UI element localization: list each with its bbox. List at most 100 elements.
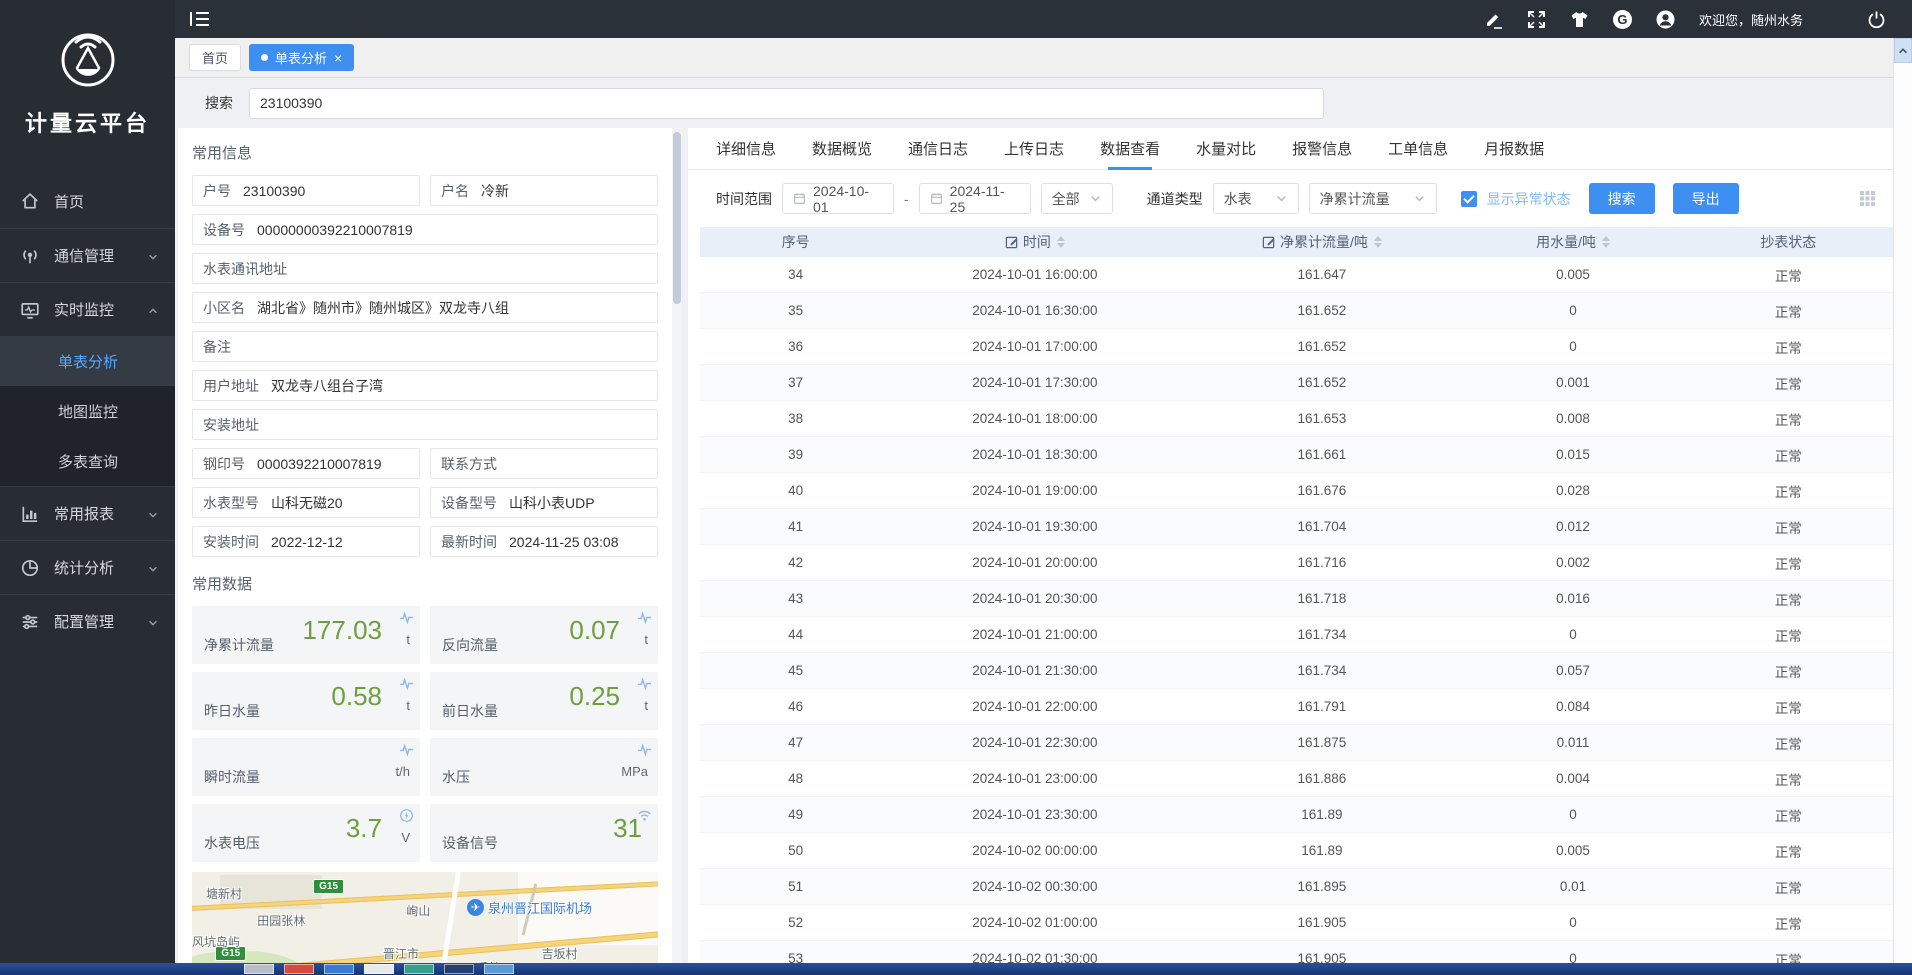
search-button[interactable]: 搜索 bbox=[1589, 183, 1655, 214]
column-settings-grid-icon[interactable] bbox=[1859, 190, 1876, 207]
cell-usage: 0.004 bbox=[1465, 771, 1680, 786]
channel-select[interactable]: 水表 bbox=[1213, 183, 1299, 214]
sidebar-item-4[interactable]: 统计分析 bbox=[0, 540, 175, 594]
field-label: 设备号 bbox=[203, 220, 245, 240]
cell-usage: 0.028 bbox=[1465, 483, 1680, 498]
left-panel-scrollbar[interactable] bbox=[672, 128, 682, 975]
tab-数据查看[interactable]: 数据查看 bbox=[1100, 128, 1160, 169]
taskbar-window-tile[interactable] bbox=[364, 964, 394, 974]
os-taskbar[interactable] bbox=[0, 963, 1912, 975]
sort-desc-icon[interactable] bbox=[1057, 243, 1065, 248]
chevron-down-icon bbox=[147, 562, 159, 574]
sidebar-item-0[interactable]: 首页 bbox=[0, 174, 175, 228]
tab-通信日志[interactable]: 通信日志 bbox=[908, 128, 968, 169]
data-card-6: 水表电压3.7V bbox=[192, 804, 420, 862]
theme-shirt-icon[interactable] bbox=[1570, 10, 1589, 29]
column-header-2[interactable]: 净累计流量/吨 bbox=[1178, 232, 1465, 252]
tab-上传日志[interactable]: 上传日志 bbox=[1004, 128, 1064, 169]
metric-select[interactable]: 净累计流量 bbox=[1309, 183, 1437, 214]
sidebar-subitem-单表分析[interactable]: 单表分析 bbox=[0, 336, 175, 386]
mini-map[interactable]: G15G15 塘新村田园张林峋山风坑岛屿晋江市后林吉坂村 ✈ 泉州晋江国际机场 bbox=[192, 872, 658, 975]
sidebar-subitem-地图监控[interactable]: 地图监控 bbox=[0, 386, 175, 436]
field-value: 00000000392210007819 bbox=[257, 222, 413, 238]
sidebar-item-2[interactable]: 实时监控 bbox=[0, 282, 175, 336]
chevron-down-icon bbox=[1275, 192, 1288, 205]
stats-icon bbox=[20, 558, 40, 578]
cell-status: 正常 bbox=[1681, 913, 1896, 933]
cell-seq: 47 bbox=[700, 735, 891, 750]
cell-cumulative: 161.89 bbox=[1178, 843, 1465, 858]
sort-asc-icon[interactable] bbox=[1602, 236, 1610, 241]
edit-column-icon[interactable] bbox=[1005, 235, 1019, 249]
section-title-common-data: 常用数据 bbox=[192, 573, 658, 594]
date-start-input[interactable]: 2024-10-01 bbox=[782, 183, 894, 214]
close-tab-icon[interactable]: × bbox=[334, 51, 342, 65]
main-area: G 欢迎您，随州水务 首页 单表分析 × 搜索 bbox=[175, 0, 1912, 975]
sidebar-subitem-多表查询[interactable]: 多表查询 bbox=[0, 436, 175, 486]
sidebar-item-3[interactable]: 常用报表 bbox=[0, 486, 175, 540]
antenna-icon bbox=[20, 246, 40, 266]
abnormal-status-checkbox[interactable] bbox=[1461, 191, 1477, 207]
taskbar-window-tile[interactable] bbox=[284, 964, 314, 974]
cell-usage: 0 bbox=[1465, 303, 1680, 318]
cell-cumulative: 161.734 bbox=[1178, 663, 1465, 678]
card-label: 净累计流量 bbox=[204, 635, 274, 655]
sort-caret-icon[interactable] bbox=[1057, 236, 1065, 248]
logout-power-icon[interactable] bbox=[1867, 10, 1886, 29]
avatar-icon[interactable] bbox=[1656, 10, 1675, 29]
sort-asc-icon[interactable] bbox=[1374, 236, 1382, 241]
left-panel-scrollbar-thumb[interactable] bbox=[673, 132, 681, 304]
taskbar-window-tile[interactable] bbox=[444, 964, 474, 974]
data-card-5: 水压MPa bbox=[430, 738, 658, 796]
edit-icon[interactable] bbox=[1484, 10, 1503, 29]
export-button[interactable]: 导出 bbox=[1673, 183, 1739, 214]
airport-poi[interactable]: ✈ 泉州晋江国际机场 bbox=[467, 898, 592, 917]
airport-label: 泉州晋江国际机场 bbox=[488, 898, 592, 917]
cell-time: 2024-10-01 18:30:00 bbox=[891, 447, 1178, 462]
sort-caret-icon[interactable] bbox=[1602, 236, 1610, 248]
tab-工单信息[interactable]: 工单信息 bbox=[1388, 128, 1448, 169]
sort-caret-icon[interactable] bbox=[1374, 236, 1382, 248]
scroll-up-button[interactable] bbox=[1894, 38, 1912, 63]
table-row: 482024-10-01 23:00:00161.8860.004正常 bbox=[700, 761, 1896, 797]
column-header-3[interactable]: 用水量/吨 bbox=[1465, 232, 1680, 252]
tab-tag-home[interactable]: 首页 bbox=[189, 44, 241, 71]
cell-time: 2024-10-02 00:00:00 bbox=[891, 843, 1178, 858]
filter-bar: 时间范围 2024-10-01 - 2024-11-25 bbox=[688, 170, 1908, 225]
cell-cumulative: 161.734 bbox=[1178, 627, 1465, 642]
sort-asc-icon[interactable] bbox=[1057, 236, 1065, 241]
info-field-3: 水表通讯地址 bbox=[192, 253, 658, 284]
granularity-select[interactable]: 全部 bbox=[1041, 183, 1113, 214]
water-meter-logo-icon bbox=[56, 26, 120, 90]
tab-数据概览[interactable]: 数据概览 bbox=[812, 128, 872, 169]
tab-报警信息[interactable]: 报警信息 bbox=[1292, 128, 1352, 169]
table-row: 392024-10-01 18:30:00161.6610.015正常 bbox=[700, 437, 1896, 473]
taskbar-window-tile[interactable] bbox=[244, 964, 274, 974]
sidebar-item-5[interactable]: 配置管理 bbox=[0, 594, 175, 648]
cell-usage: 0.057 bbox=[1465, 663, 1680, 678]
sort-desc-icon[interactable] bbox=[1374, 243, 1382, 248]
collapse-sidebar-icon[interactable] bbox=[189, 10, 211, 28]
field-label: 户号 bbox=[203, 181, 231, 201]
taskbar-window-tile[interactable] bbox=[404, 964, 434, 974]
column-label: 用水量/吨 bbox=[1536, 232, 1596, 252]
column-header-1[interactable]: 时间 bbox=[891, 232, 1178, 252]
sort-desc-icon[interactable] bbox=[1602, 243, 1610, 248]
search-input[interactable] bbox=[249, 88, 1324, 119]
tab-tag-active[interactable]: 单表分析 × bbox=[249, 44, 354, 71]
taskbar-window-tile[interactable] bbox=[324, 964, 354, 974]
card-label: 反向流量 bbox=[442, 635, 498, 655]
taskbar-window-tile[interactable] bbox=[484, 964, 514, 974]
field-value: 冷新 bbox=[481, 181, 509, 201]
edit-column-icon[interactable] bbox=[1262, 235, 1276, 249]
fullscreen-icon[interactable] bbox=[1527, 10, 1546, 29]
date-end-input[interactable]: 2024-11-25 bbox=[919, 183, 1031, 214]
cell-cumulative: 161.716 bbox=[1178, 555, 1465, 570]
tab-水量对比[interactable]: 水量对比 bbox=[1196, 128, 1256, 169]
cell-time: 2024-10-01 16:30:00 bbox=[891, 303, 1178, 318]
sidebar-item-1[interactable]: 通信管理 bbox=[0, 228, 175, 282]
g-badge-icon[interactable]: G bbox=[1613, 10, 1632, 29]
tab-月报数据[interactable]: 月报数据 bbox=[1484, 128, 1544, 169]
page-scrollbar[interactable] bbox=[1893, 38, 1912, 963]
tab-详细信息[interactable]: 详细信息 bbox=[716, 128, 776, 169]
